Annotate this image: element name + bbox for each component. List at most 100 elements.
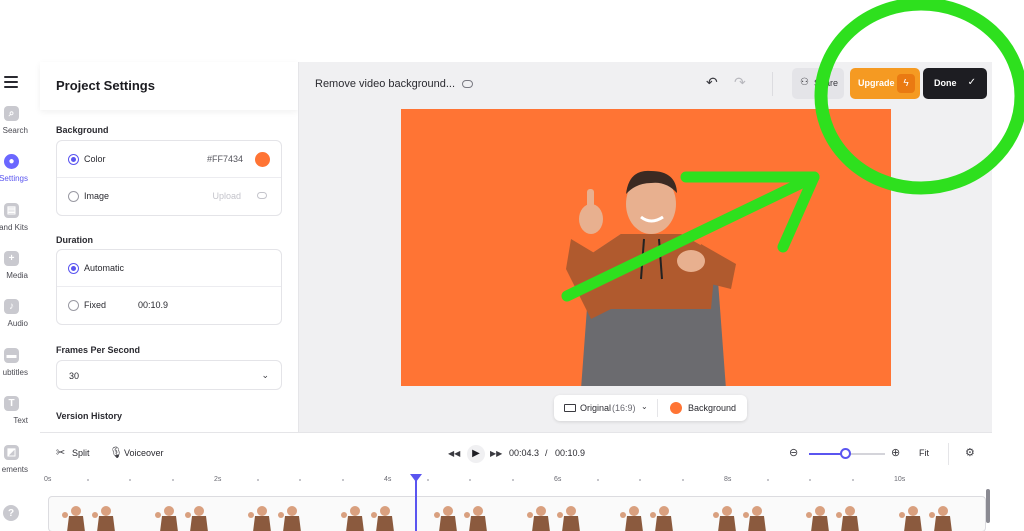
upgrade-button[interactable]: Upgrade ϟ [850,68,920,99]
ruler-tick [299,479,301,481]
rail-item-label: Text [13,416,28,425]
rail-item-media[interactable]: + Media [0,251,34,291]
gear-icon[interactable]: ⚙ [965,446,975,459]
brand-kit-icon: ▤ [4,203,19,218]
share-button[interactable]: ⚇ Share [792,68,844,99]
panel-title: Project Settings [56,78,155,93]
ruler-tick [171,479,174,481]
color-hex-value: #FF7434 [206,154,243,164]
zoom-slider-handle[interactable] [839,448,851,459]
panel-header: Project Settings [40,62,298,110]
upload-button[interactable]: Upload [212,191,241,201]
rail-item-brand-kits[interactable]: ▤ and Kits [0,203,34,243]
fixed-duration-input[interactable]: 00:10.9 [138,300,168,310]
project-settings-panel: Project Settings Background Color #FF743… [40,62,298,432]
person-cutout-image [566,170,736,386]
image-option[interactable]: Image Upload [57,178,281,215]
background-heading: Background [56,125,109,135]
add-user-icon: ⚇ [800,77,809,88]
clip-thumbnail [341,506,394,531]
ruler-tick-label: 10s [894,476,906,483]
background-color-swatch[interactable] [670,402,682,414]
fps-heading: Frames Per Second [56,345,141,355]
rail-item-label: Settings [0,174,28,183]
divider [948,443,949,465]
play-button[interactable]: ▶ [467,445,485,463]
left-rail: ⌕ Search ● Settings ▤ and Kits + Media ♪… [0,62,34,531]
ruler-tick-label: 6s [554,476,562,483]
hamburger-menu-icon[interactable] [4,76,18,88]
clip-thumbnail [62,506,115,531]
help-icon[interactable]: ? [3,505,19,521]
project-title[interactable]: Remove video background... [315,78,455,90]
video-track-clip[interactable] [48,496,986,531]
ruler-tick [851,479,854,481]
skip-forward-icon[interactable]: ▶▶ [490,449,502,458]
fit-button[interactable]: Fit [919,448,929,458]
clip-thumbnail [806,506,859,531]
video-preview[interactable] [401,109,891,386]
ruler-tick [511,479,514,481]
share-label: Share [814,78,839,88]
checkmark-icon: ✓ [967,77,976,88]
settings-icon: ● [4,154,19,169]
upgrade-label: Upgrade [858,78,895,88]
voiceover-button[interactable]: Voiceover [124,448,164,458]
redo-icon[interactable]: ↷ [734,74,746,91]
ruler-tick [256,479,259,481]
timeline: ✂ Split 🎙 Voiceover ◀◀ ▶ ▶▶ 00:04.3 / 00… [40,432,992,531]
color-label: Color [84,154,106,164]
color-option[interactable]: Color #FF7434 [57,141,281,178]
ruler-tick [681,479,684,481]
skip-back-icon[interactable]: ◀◀ [448,449,460,458]
ruler-tick [341,479,344,481]
zoom-in-icon[interactable]: ⊕ [891,446,900,459]
ruler-tick [639,479,641,481]
rail-item-search[interactable]: ⌕ Search [0,106,34,146]
clip-thumbnail [527,506,580,531]
automatic-option[interactable]: Automatic [57,250,281,287]
playhead[interactable] [415,476,417,531]
lightning-icon: ϟ [897,74,915,93]
automatic-radio[interactable] [68,263,79,274]
zoom-out-icon[interactable]: ⊖ [789,446,798,459]
ruler-tick-label: 8s [724,476,732,483]
rail-item-elements[interactable]: ◩ ements [0,445,34,485]
clip-thumbnail [155,506,208,531]
plus-icon: + [4,251,19,266]
aspect-ratio-button[interactable]: Original [580,403,611,413]
fixed-label: Fixed [84,300,107,310]
ruler-tick [469,479,471,481]
undo-icon[interactable]: ↶ [706,74,718,91]
color-radio[interactable] [68,154,79,165]
time-separator: / [545,448,548,458]
scissors-icon: ✂ [56,447,66,459]
aspect-ratio-icon [564,404,576,412]
ruler-tick [129,479,131,481]
fixed-option[interactable]: Fixed 00:10.9 [57,287,281,324]
cloud-upload-icon [257,192,267,199]
background-button[interactable]: Background [688,403,736,413]
color-swatch-button[interactable] [255,152,270,167]
panel-divider [298,62,299,432]
done-button[interactable]: Done ✓ [923,68,987,99]
rail-item-text[interactable]: T Text [0,396,34,436]
toolbar-divider [772,72,773,96]
rail-item-subtitles[interactable]: ▬ ubtitles [0,348,34,388]
current-time: 00:04.3 [509,448,540,458]
timeline-scrollbar[interactable] [986,489,990,523]
version-history-heading[interactable]: Version History [56,411,122,421]
rail-item-audio[interactable]: ♪ Audio [0,299,34,339]
clip-thumbnail [434,506,487,531]
fixed-radio[interactable] [68,300,79,311]
chevron-down-icon[interactable]: ⌄ [641,402,648,411]
timeline-ruler[interactable]: 0s 2s 4s 6s 8s 10s [44,476,984,488]
split-button[interactable]: Split [72,448,90,458]
fps-select[interactable]: 30 ⌄ [56,360,282,390]
rail-item-label: ements [1,465,28,474]
clip-thumbnail [899,506,952,531]
rail-item-settings[interactable]: ● Settings [0,154,34,194]
ruler-tick [766,479,769,481]
rail-item-label: Audio [7,319,28,328]
image-radio[interactable] [68,191,79,202]
